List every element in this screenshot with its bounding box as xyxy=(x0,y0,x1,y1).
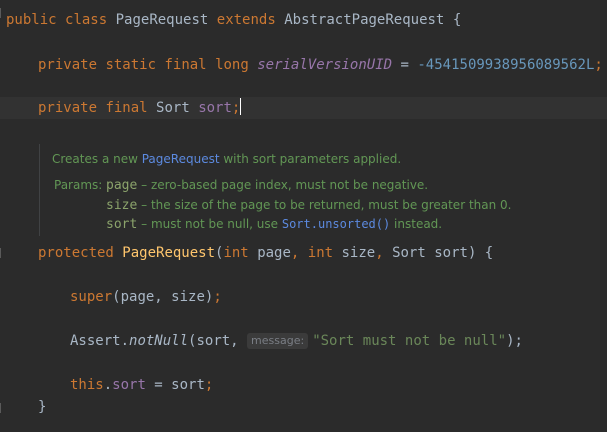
keyword: int xyxy=(223,245,249,261)
fold-marker[interactable] xyxy=(0,403,5,413)
type-name: Sort xyxy=(392,245,426,261)
constructor-name: PageRequest xyxy=(122,245,216,261)
param-desc: – the size of the page to be returned, m… xyxy=(137,198,512,212)
semicolon: ; xyxy=(213,289,222,305)
keyword: final xyxy=(164,57,207,73)
fold-marker[interactable] xyxy=(0,248,5,258)
parameter-hint: message: xyxy=(247,333,309,349)
keyword: long xyxy=(215,57,249,73)
field-name: sort xyxy=(112,377,146,393)
param-name: page xyxy=(257,245,291,261)
keyword: private xyxy=(38,100,98,116)
keyword: static xyxy=(105,57,157,73)
doc-text: Creates a new xyxy=(52,152,142,166)
comma: , xyxy=(290,245,308,261)
code-editor[interactable]: public class PageRequest extends Abstrac… xyxy=(0,0,607,432)
keyword: public xyxy=(6,12,57,28)
text-cursor xyxy=(240,98,242,115)
doc-intro: Creates a new PageRequest with sort para… xyxy=(52,150,401,168)
paren: ) { xyxy=(467,245,494,261)
keyword: private xyxy=(38,57,98,73)
doc-text: with sort parameters applied. xyxy=(219,152,402,166)
field-name: sort xyxy=(198,100,232,116)
keyword: class xyxy=(65,12,108,28)
dot: . xyxy=(103,377,113,393)
doc-param-page: page – zero-based page index, must not b… xyxy=(106,176,428,195)
param-desc: – zero-based page index, must not be neg… xyxy=(137,178,429,192)
arguments: (page, size) xyxy=(112,289,214,305)
semicolon: ; xyxy=(231,100,241,116)
class-name: Assert xyxy=(70,333,121,349)
code-line-serial-version[interactable]: private static final long serialVersionU… xyxy=(38,54,603,76)
code-line-sort-field[interactable]: private final Sort sort; xyxy=(38,97,242,119)
paren: ); xyxy=(506,333,523,349)
param-desc: – must not be null, use xyxy=(137,217,282,231)
dot: . xyxy=(120,333,130,349)
semicolon: ; xyxy=(594,57,603,73)
code-line-class-declaration[interactable]: public class PageRequest extends Abstrac… xyxy=(6,9,461,31)
method-name: notNull xyxy=(129,333,189,349)
keyword: protected xyxy=(38,245,114,261)
fold-marker[interactable] xyxy=(0,8,5,18)
keyword: super xyxy=(70,289,113,305)
doc-param-size: size – the size of the page to be return… xyxy=(106,196,511,215)
doc-params-label: Params: xyxy=(54,178,107,192)
operator: = xyxy=(392,57,418,73)
brace: { xyxy=(452,12,462,28)
semicolon: ; xyxy=(204,377,214,393)
code-line-super-call[interactable]: super(page, size); xyxy=(70,286,222,308)
javadoc-block: Creates a new PageRequest with sort para… xyxy=(39,144,600,236)
param-name: page xyxy=(106,178,138,193)
param-name: sort xyxy=(434,245,468,261)
param-desc: instead. xyxy=(390,217,443,231)
doc-param-sort: sort – must not be null, use Sort.unsort… xyxy=(106,215,442,234)
field-name: serialVersionUID xyxy=(257,57,393,73)
code-line-assert[interactable]: Assert.notNull(sort, message: "Sort must … xyxy=(70,330,523,352)
code-line-closing-brace[interactable]: } xyxy=(38,396,46,418)
code-line-constructor[interactable]: protected PageRequest(int page, int size… xyxy=(38,242,493,264)
number-literal: -4541509938956089562L xyxy=(417,57,595,73)
param-name: size xyxy=(106,198,138,213)
comma: , xyxy=(375,245,393,261)
param-name: sort xyxy=(106,217,138,232)
param-name: size xyxy=(341,245,376,261)
keyword: this xyxy=(70,377,104,393)
string-literal: "Sort must not be null" xyxy=(312,333,507,349)
keyword: int xyxy=(307,245,334,261)
arguments: (sort, xyxy=(188,333,248,349)
brace: } xyxy=(38,399,47,415)
doc-link[interactable]: Sort.unsorted() xyxy=(282,217,390,231)
doc-link[interactable]: PageRequest xyxy=(142,152,220,166)
type-name: Sort xyxy=(156,100,190,116)
keyword: final xyxy=(105,100,148,116)
class-name: PageRequest xyxy=(115,12,209,28)
code-line-assign[interactable]: this.sort = sort; xyxy=(70,374,213,396)
parent-class-name: AbstractPageRequest xyxy=(284,12,445,28)
keyword: extends xyxy=(216,12,276,28)
assignment: = sort xyxy=(145,377,205,393)
